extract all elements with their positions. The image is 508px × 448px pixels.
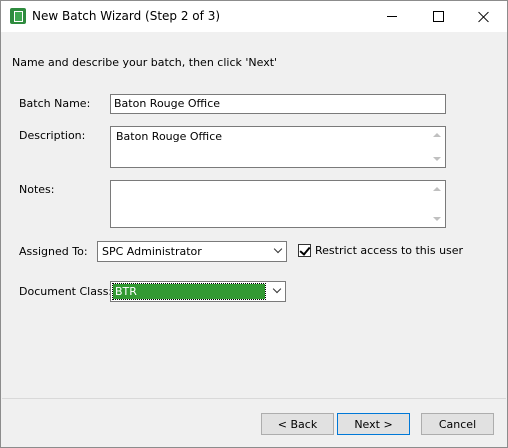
document-class-dropdown[interactable]: BTR bbox=[110, 281, 286, 302]
maximize-button[interactable] bbox=[415, 1, 461, 32]
assigned-to-label: Assigned To: bbox=[19, 245, 88, 258]
assigned-to-dropdown[interactable]: SPC Administrator bbox=[97, 241, 287, 262]
maximize-icon bbox=[432, 11, 444, 22]
window-title: New Batch Wizard (Step 2 of 3) bbox=[32, 9, 221, 23]
notes-label: Notes: bbox=[19, 183, 55, 196]
restrict-access-checkbox[interactable] bbox=[298, 244, 311, 257]
batch-name-input[interactable]: Baton Rouge Office bbox=[110, 94, 446, 114]
document-class-value: BTR bbox=[112, 283, 266, 300]
document-class-label: Document Class: bbox=[19, 285, 113, 298]
scroll-up-icon[interactable] bbox=[433, 187, 441, 191]
minimize-icon bbox=[387, 16, 397, 17]
close-icon bbox=[478, 11, 490, 23]
scroll-down-icon[interactable] bbox=[433, 217, 441, 221]
description-textarea[interactable]: Baton Rouge Office bbox=[110, 126, 446, 168]
cancel-button[interactable]: Cancel bbox=[421, 413, 494, 435]
description-label: Description: bbox=[19, 129, 86, 142]
checkmark-icon bbox=[299, 244, 311, 256]
wizard-window: New Batch Wizard (Step 2 of 3) Name and … bbox=[0, 0, 508, 448]
back-button[interactable]: < Back bbox=[261, 413, 334, 435]
chevron-down-icon[interactable] bbox=[273, 244, 283, 254]
batch-name-label: Batch Name: bbox=[19, 97, 91, 110]
scroll-down-icon[interactable] bbox=[433, 157, 441, 161]
scroll-up-icon[interactable] bbox=[433, 133, 441, 137]
close-button[interactable] bbox=[461, 1, 507, 32]
description-text: Baton Rouge Office bbox=[116, 130, 223, 143]
restrict-access-label[interactable]: Restrict access to this user bbox=[315, 244, 463, 257]
assigned-to-value: SPC Administrator bbox=[102, 245, 202, 258]
instruction-text: Name and describe your batch, then click… bbox=[12, 56, 278, 69]
description-scrollbar[interactable] bbox=[429, 128, 444, 166]
notes-scrollbar[interactable] bbox=[429, 182, 444, 226]
footer-divider bbox=[2, 398, 506, 399]
title-bar[interactable]: New Batch Wizard (Step 2 of 3) bbox=[1, 1, 507, 32]
chevron-down-icon[interactable] bbox=[272, 284, 282, 294]
app-icon bbox=[10, 8, 26, 24]
notes-textarea[interactable] bbox=[110, 180, 446, 228]
minimize-button[interactable] bbox=[369, 1, 415, 32]
next-button[interactable]: Next > bbox=[337, 413, 410, 435]
